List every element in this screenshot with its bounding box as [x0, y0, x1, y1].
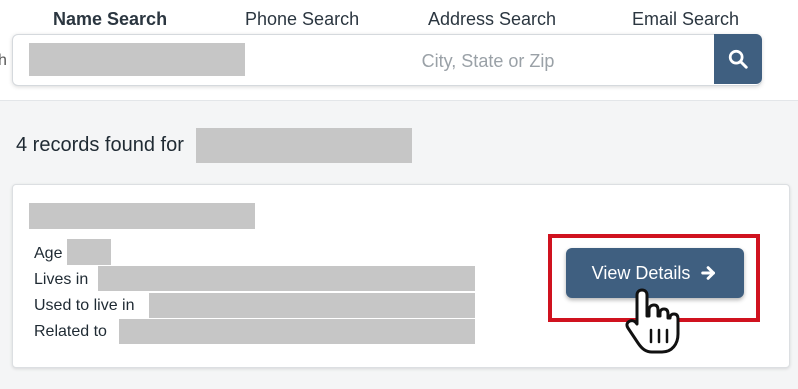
tab-phone-search[interactable]: Phone Search — [245, 8, 359, 32]
used-to-live-in-label: Used to live in — [34, 297, 135, 314]
related-to-label: Related to — [34, 323, 107, 340]
related-to-value-redacted — [119, 319, 475, 344]
results-count: 4 records found for — [16, 134, 184, 156]
tab-name-search[interactable]: Name Search — [53, 8, 167, 32]
search-bar — [12, 34, 762, 86]
search-button[interactable] — [714, 34, 762, 84]
top-navigation: Name Search Phone Search Address Search … — [0, 0, 798, 101]
search-term-redacted — [196, 128, 412, 163]
arrow-right-icon — [701, 266, 716, 280]
location-input[interactable] — [263, 41, 713, 81]
hand-pointer-icon — [625, 288, 680, 354]
age-label: Age — [34, 245, 63, 262]
clipped-label-fragment: h — [0, 52, 7, 69]
name-input-redacted[interactable] — [29, 43, 245, 76]
search-icon — [728, 49, 748, 69]
used-to-live-in-value-redacted — [149, 293, 475, 318]
lives-in-value-redacted — [98, 266, 475, 291]
age-value-redacted — [67, 239, 111, 265]
tab-address-search[interactable]: Address Search — [428, 8, 556, 32]
lives-in-label: Lives in — [34, 271, 89, 288]
view-details-label: View Details — [591, 262, 691, 283]
record-name-redacted — [29, 203, 255, 229]
tab-email-search[interactable]: Email Search — [632, 8, 739, 32]
